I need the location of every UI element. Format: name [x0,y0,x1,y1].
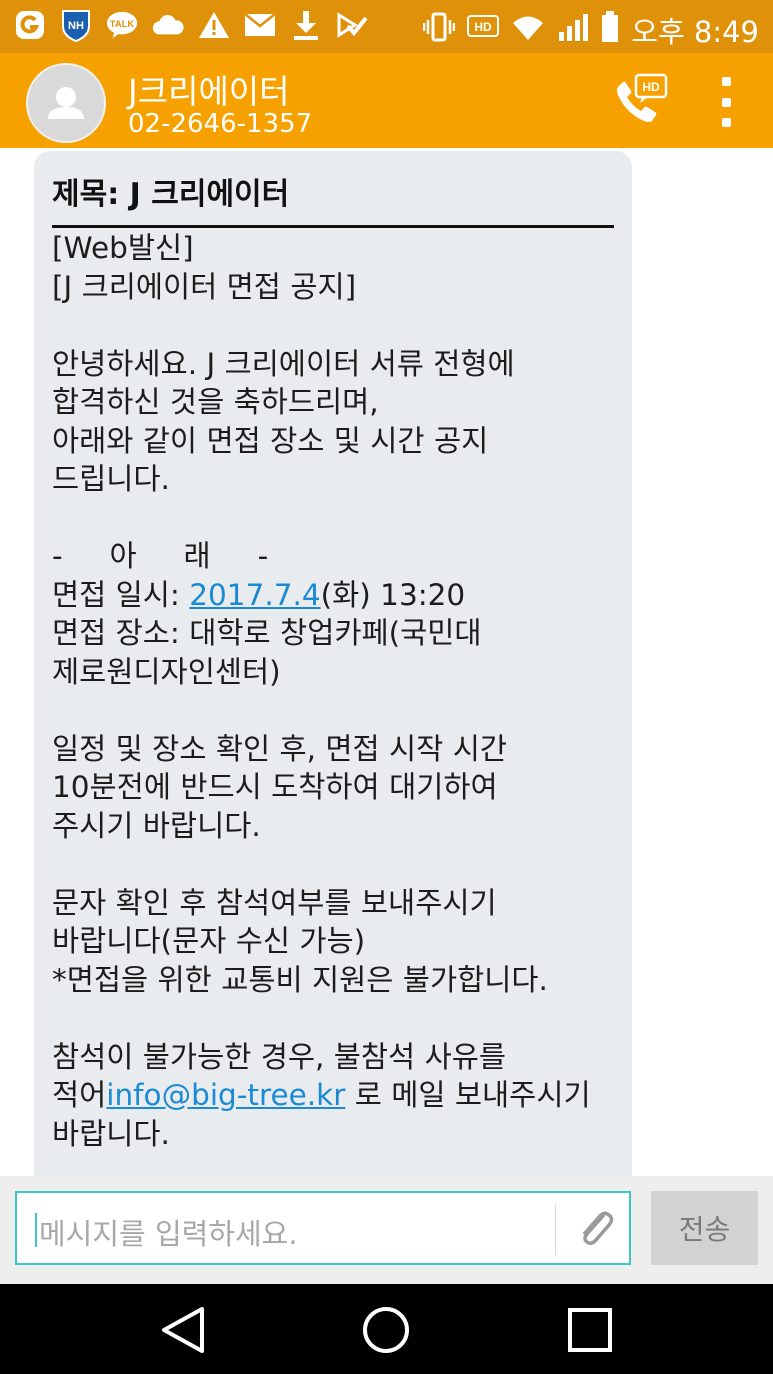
message-line: 안녕하세요. J 크리에이터 서류 전형에 [52,346,515,381]
input-divider [555,1205,556,1255]
attach-icon[interactable] [573,1206,619,1252]
message-line: 바랍니다. [52,1116,170,1151]
wifi-icon [511,13,545,48]
check-icon [336,9,368,41]
message-line: 면접 장소: 대학로 창업카페(국민대 [52,616,482,650]
date-suffix: (화) 13:20 [320,577,466,612]
message-line: 문자 확인 후 참석여부를 보내주시기 [52,885,497,920]
message-body: [Web발신] [J 크리에이터 면접 공지] 안녕하세요. J 크리에이터 서… [52,229,622,1153]
message-line [52,845,622,884]
vibrate-icon [423,12,456,49]
message-bubble[interactable]: 제목: J 크리에이터 [Web발신] [J 크리에이터 면접 공지] 안녕하세… [34,151,632,1176]
status-time: 오후 8:49 [631,15,759,49]
talk-label: TALK [110,18,135,29]
app-bar: J크리에이터 02-2646-1357 HD [0,53,773,148]
signal-icon [557,12,589,49]
message-line [52,691,622,730]
message-line: *면접을 위한 교통비 지원은 불가합니다. [52,962,548,997]
message-line: 아래와 같이 면접 장소 및 시간 공지 [52,423,489,458]
message-line: 합격하신 것을 축하드리며, [52,385,379,419]
email-prefix: 적어 [52,1078,107,1112]
message-line: 일정 및 장소 확인 후, 면접 시작 시간 [52,731,507,766]
email-link[interactable]: info@big-tree.kr [106,1078,345,1112]
navigation-bar [0,1284,773,1374]
back-icon[interactable] [155,1302,211,1358]
battery-icon [601,10,619,50]
recent-apps-icon[interactable] [562,1302,618,1358]
message-line [52,999,622,1038]
send-button[interactable]: 전송 [651,1191,758,1265]
overflow-menu-icon[interactable] [712,77,740,127]
message-composer: 메시지를 입력하세요. 전송 [0,1176,773,1284]
message-line [52,499,622,538]
hd-icon: HD [467,13,500,48]
status-bar: NH TALK HD 오후 8:49 [0,0,773,53]
message-line [52,306,622,345]
hd-label: HD [475,20,493,34]
avatar[interactable] [26,63,106,143]
call-badge: HD [642,80,660,94]
message-line: 10분전에 반드시 도착하여 대기하여 [52,770,498,804]
message-input-placeholder: 메시지를 입력하세요. [39,1217,298,1251]
kakaotalk-icon: TALK [106,9,138,41]
message-line: [Web발신] [52,231,194,265]
download-icon [290,9,322,41]
warning-icon [198,9,230,41]
hd-call-button[interactable]: HD [610,73,670,129]
message-line: 드립니다. [52,462,170,496]
interview-date-line: 면접 일시: 2017.7.4(화) 13:20 [52,576,622,615]
g-icon [14,9,46,41]
contact-name: J크리에이터 [128,72,290,111]
message-line: 바랍니다(문자 수신 가능) [52,924,366,958]
email-line: 적어info@big-tree.kr 로 메일 보내주시기 [52,1076,622,1115]
message-line: 주시기 바랍니다. [52,808,261,843]
nh-label: NH [68,20,84,32]
message-line: - 아 래 - [52,539,269,573]
message-thread[interactable]: 제목: J 크리에이터 [Web발신] [J 크리에이터 면접 공지] 안녕하세… [0,148,773,1176]
person-icon [48,87,84,119]
message-line: 참석이 불가능한 경우, 불참석 사유를 [52,1039,506,1074]
text-cursor [35,1213,37,1247]
message-line: 제로원디자인센터) [52,654,281,689]
mail-icon [244,9,276,41]
cloud-icon [152,9,184,41]
message-line: [J 크리에이터 면접 공지] [52,269,357,304]
contact-number: 02-2646-1357 [128,109,313,139]
hd-call-icon: HD [617,73,668,122]
message-subject: 제목: J 크리에이터 [52,169,614,228]
date-prefix: 면접 일시: [52,577,190,612]
date-link[interactable]: 2017.7.4 [189,578,320,612]
nh-bank-icon: NH [60,9,92,42]
email-suffix: 로 메일 보내주시기 [345,1078,591,1112]
home-icon[interactable] [358,1302,414,1358]
message-input[interactable]: 메시지를 입력하세요. [15,1191,631,1265]
